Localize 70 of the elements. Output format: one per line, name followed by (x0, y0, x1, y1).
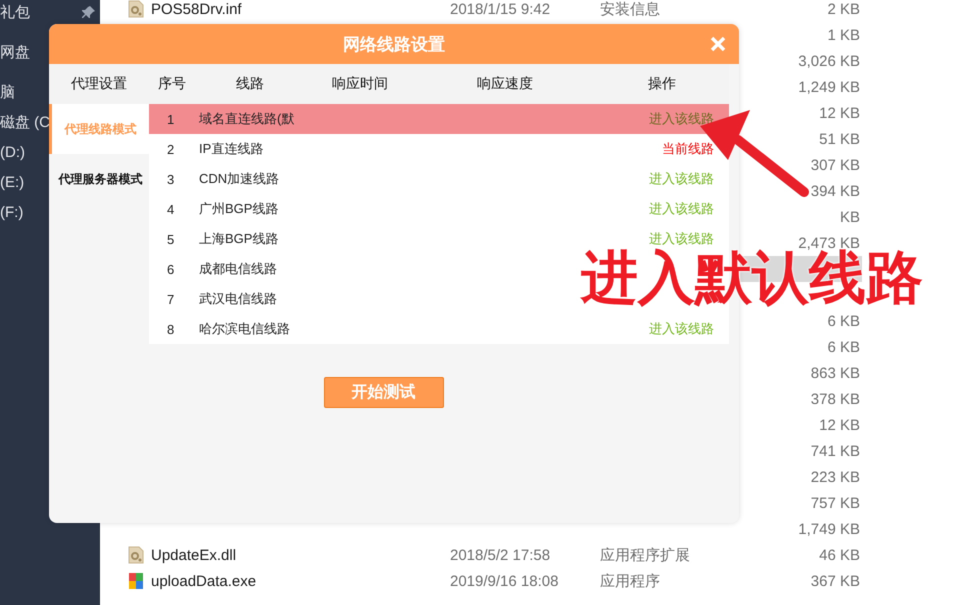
current-line-label: 当前线路 (662, 140, 714, 158)
column-header: 响应时间 (331, 75, 389, 93)
enter-line-link[interactable]: 进入该线路 (649, 200, 714, 218)
row-number: 1 (166, 112, 176, 126)
file-date: 2018/5/2 17:58 (450, 546, 552, 564)
file-size: KB (838, 208, 860, 226)
line-name: CDN加速线路 (198, 170, 280, 188)
line-name: 域名直连线路(默 (198, 110, 296, 128)
enter-line-link[interactable]: 进入该线路 (649, 230, 714, 248)
file-size: 741 KB (810, 442, 860, 460)
column-header: 响应速度 (476, 75, 534, 93)
file-name: uploadData.exe (151, 572, 258, 590)
row-number: 5 (166, 232, 176, 246)
column-header: 序号 (157, 75, 187, 93)
file-size: 3,026 KB (797, 52, 860, 70)
file-size: 12 KB (818, 104, 860, 122)
file-date: 2019/9/16 18:08 (450, 572, 560, 590)
close-icon (709, 35, 727, 53)
start-test-button[interactable]: 开始测试 (324, 377, 444, 408)
file-type: 应用程序 (600, 572, 661, 590)
column-header: 线路 (235, 75, 265, 93)
file-size: 1,249 KB (797, 78, 860, 96)
row-number: 8 (166, 322, 176, 336)
file-size: 6 KB (826, 338, 860, 356)
file-size: 863 KB (810, 364, 860, 382)
file-size: 1 KB (826, 26, 860, 44)
file-type: 应用程序扩展 (600, 546, 691, 564)
file-size: 12 KB (818, 416, 860, 434)
file-size: 307 KB (810, 156, 860, 174)
file-size: 394 KB (810, 182, 860, 200)
file-date: 2018/1/15 9:42 (450, 0, 552, 18)
sidebar-label: 网盘 (0, 42, 30, 62)
line-name: 上海BGP线路 (198, 230, 280, 248)
row-number: 7 (166, 292, 176, 306)
file-size: 223 KB (810, 468, 860, 486)
line-name: 武汉电信线路 (198, 290, 278, 308)
file-size: 757 KB (810, 494, 860, 512)
gear-file-icon (128, 546, 144, 564)
row-number: 6 (166, 262, 176, 276)
row-number: 2 (166, 142, 176, 156)
file-size: 6 KB (826, 312, 860, 330)
sidebar-label: 礼包 (0, 2, 30, 22)
line-name: 哈尔滨电信线路 (198, 320, 291, 338)
enter-line-link[interactable]: 进入该线路 (649, 170, 714, 188)
column-header: 操作 (647, 75, 677, 93)
sidebar-item[interactable]: 礼包 (0, 0, 100, 32)
file-type: 安装信息 (600, 0, 661, 18)
file-size: 367 KB (810, 572, 860, 590)
line-name: 成都电信线路 (198, 260, 278, 278)
line-name: 广州BGP线路 (198, 200, 280, 218)
file-size: 2 KB (826, 0, 860, 18)
file-size: 378 KB (810, 390, 860, 408)
file-name: UpdateEx.dll (151, 546, 238, 564)
row-number: 3 (166, 172, 176, 186)
line-name: IP直连线路 (198, 140, 264, 158)
enter-line-link[interactable]: 进入该线路 (649, 320, 714, 338)
file-size: 46 KB (818, 546, 860, 564)
sidebar-label: (D:) (0, 144, 25, 160)
gear-file-icon (128, 0, 144, 18)
file-size: 51 KB (818, 130, 860, 148)
tiles-icon (128, 572, 144, 590)
annotation-text: 进入默认线路 (581, 250, 923, 307)
row-number: 4 (166, 202, 176, 216)
nav-tab[interactable]: 代理服务器模式 (49, 154, 149, 204)
sidebar-label: (F:) (0, 204, 24, 220)
file-name: POS58Drv.inf (151, 0, 243, 18)
file-size: 1,749 KB (797, 520, 860, 538)
dialog-title: 网络线路设置 (343, 34, 445, 56)
nav-tab[interactable]: 代理线路模式 (49, 104, 149, 154)
pin-icon[interactable] (82, 5, 96, 19)
